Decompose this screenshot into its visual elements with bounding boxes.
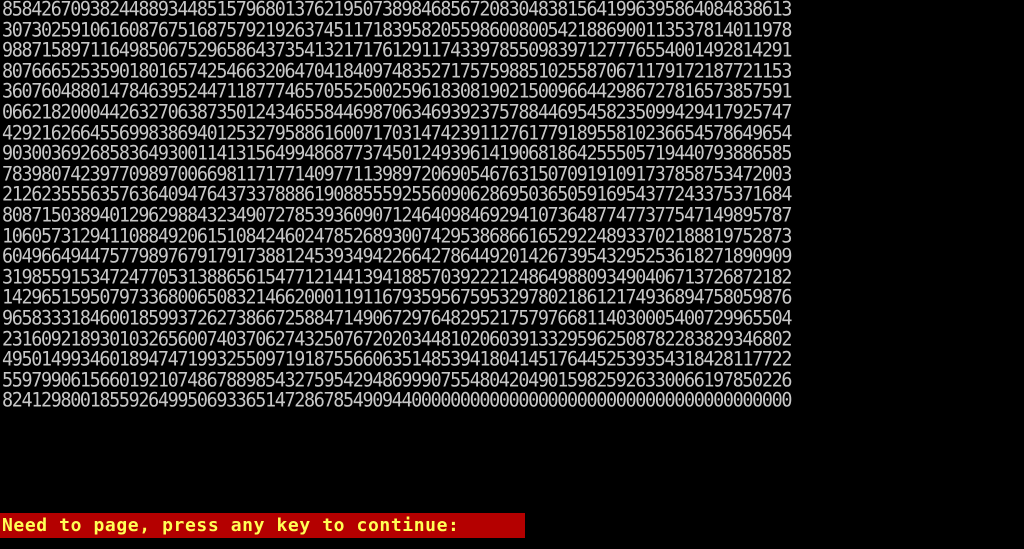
- output-line: 9030036926858364930011413156499486877374…: [2, 143, 792, 165]
- output-line: 9887158971164985067529658643735413217176…: [2, 40, 792, 62]
- output-line: 8241298001855926499506933651472867854909…: [2, 390, 792, 413]
- output-line: 3198559153472477053138865615477121441394…: [2, 266, 792, 289]
- output-line: 8076665253590180165742546632064704184097…: [2, 60, 792, 83]
- output-line: 2126235556357636409476437337888619088555…: [2, 184, 792, 207]
- output-line: 0662182000442632706387350124346558446987…: [2, 102, 792, 124]
- output-line: 3073025910616087675168757921926374511718…: [2, 19, 792, 42]
- output-line: 8584267093824488934485157968013762195073…: [2, 0, 792, 21]
- output-line: 4950149934601894747199325509719187556606…: [2, 349, 792, 371]
- output-line: 2316092189301032656007403706274325076720…: [2, 328, 792, 351]
- output-line: 1429651595079733680065083214662000119116…: [2, 287, 792, 310]
- output-line: 8087150389401296298843234907278539360907…: [2, 205, 792, 227]
- output-line: 9658333184600185993726273866725884714906…: [2, 308, 792, 330]
- output-line: 3607604880147846395244711877746570552500…: [2, 81, 792, 104]
- output-line: 7839807423977098970066981171771409771139…: [2, 163, 792, 186]
- output-line: 1060573129411088492061510842460247852689…: [2, 225, 792, 248]
- output-line: 4292162664556998386940125327958861600717…: [2, 122, 792, 145]
- continue-prompt[interactable]: Need to page, press any key to continue:: [0, 513, 525, 538]
- output-line: 5597990615660192107486788985432759542948…: [2, 369, 792, 392]
- digit-output: 8584267093824488934485157968013762195073…: [2, 0, 1022, 412]
- dos-terminal-screen: 8584267093824488934485157968013762195073…: [0, 0, 1024, 549]
- output-line: 6049664944757798976791791738812453934942…: [2, 246, 792, 268]
